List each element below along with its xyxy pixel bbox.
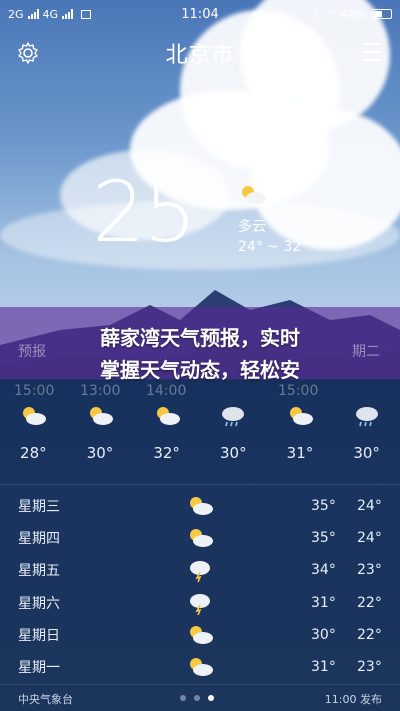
day-high: 34° (311, 562, 336, 579)
page-dot[interactable] (194, 695, 200, 701)
daily-row[interactable]: 星期四 35° 24° (0, 522, 400, 554)
status-bar: 2G 4G 11:04 ᛒ ◠ 49% (0, 0, 400, 28)
thunder-rain-icon (190, 593, 210, 615)
hourly-temp: 31° (286, 444, 314, 462)
thunder-rain-icon (190, 561, 210, 583)
daily-row[interactable]: 星期日 30° 22° (0, 619, 400, 651)
day-high: 31° (311, 659, 336, 676)
battery-icon (372, 9, 392, 19)
day-low: 22° (357, 594, 382, 611)
rain-cloud-icon (355, 407, 378, 427)
partly-cloudy-icon (190, 497, 213, 515)
app-header: 北京市 (0, 35, 400, 71)
day-high: 31° (311, 594, 336, 611)
day-low: 24° (357, 530, 382, 547)
day-name: 星期一 (18, 660, 60, 677)
day-low: 22° (357, 626, 382, 643)
page-indicator[interactable] (180, 695, 214, 701)
hourly-item: 31° (267, 404, 334, 480)
day-high: 35° (311, 498, 336, 515)
partly-cloudy-icon (190, 529, 213, 548)
current-temperature: 25 (92, 163, 197, 261)
banner-line: 掌握天气动态，轻松安 (100, 358, 300, 382)
hourly-item: 28° (0, 404, 67, 480)
partly-cloudy-icon (156, 407, 180, 425)
page-dot-active[interactable] (208, 695, 214, 701)
rain-cloud-icon (222, 407, 245, 427)
current-condition: 多云 (238, 219, 266, 235)
data-source: 中央气象台 (18, 693, 73, 706)
hourly-temp: 28° (20, 444, 47, 462)
banner-headline[interactable]: 薛家湾天气预报，实时 掌握天气动态，轻松安 (0, 322, 400, 386)
hourly-temp: 30° (86, 444, 114, 462)
divider (0, 484, 400, 485)
day-name: 星期四 (18, 531, 60, 548)
banner-line: 薛家湾天气预报，实时 (100, 326, 300, 350)
menu-icon[interactable] (362, 43, 382, 61)
partly-cloudy-icon (190, 625, 213, 644)
daily-row[interactable]: 星期三 35° 24° (0, 490, 400, 522)
day-name: 星期六 (18, 595, 60, 612)
hourly-item: 30° (200, 404, 267, 480)
day-low: 23° (357, 562, 382, 579)
daily-row[interactable]: 星期五 34° 23° (0, 554, 400, 586)
city-title[interactable]: 北京市 (0, 37, 400, 69)
daily-row[interactable]: 星期一 31° 23° (0, 651, 400, 683)
day-name: 星期五 (18, 563, 60, 580)
hourly-item: 32° (133, 404, 200, 480)
day-high: 30° (311, 626, 336, 643)
hourly-temp: 32° (153, 444, 180, 462)
publish-time: 11:00 发布 (324, 693, 382, 706)
hourly-item: 30° (333, 404, 400, 480)
partly-cloudy-icon (89, 407, 113, 425)
degree-symbol: ° (200, 180, 215, 215)
partly-cloudy-icon (289, 407, 313, 425)
day-low: 23° (357, 659, 382, 676)
partly-cloudy-icon (23, 407, 47, 425)
daily-row[interactable]: 星期六 31° 22° (0, 587, 400, 619)
daily-forecast: 星期三 35° 24° 星期四 35° 24° 星期五 34° 23° 星期六 … (0, 490, 400, 683)
day-high: 35° (311, 530, 336, 547)
partly-cloudy-icon (242, 186, 266, 204)
status-time: 11:04 (181, 6, 219, 22)
current-range: 24° ~ 32° (238, 239, 309, 255)
hourly-temp: 30° (220, 444, 247, 462)
hourly-item: 30° (67, 404, 134, 480)
footer: 中央气象台 11:00 发布 (0, 684, 400, 711)
day-low: 24° (357, 498, 382, 515)
hourly-temp: 30° (353, 444, 380, 462)
partly-cloudy-icon (190, 657, 213, 676)
page-dot[interactable] (180, 695, 186, 701)
hourly-forecast: 28° 30° 32° 30° 31° 30° (0, 404, 400, 480)
day-name: 星期三 (18, 499, 60, 516)
day-name: 星期日 (18, 627, 60, 644)
